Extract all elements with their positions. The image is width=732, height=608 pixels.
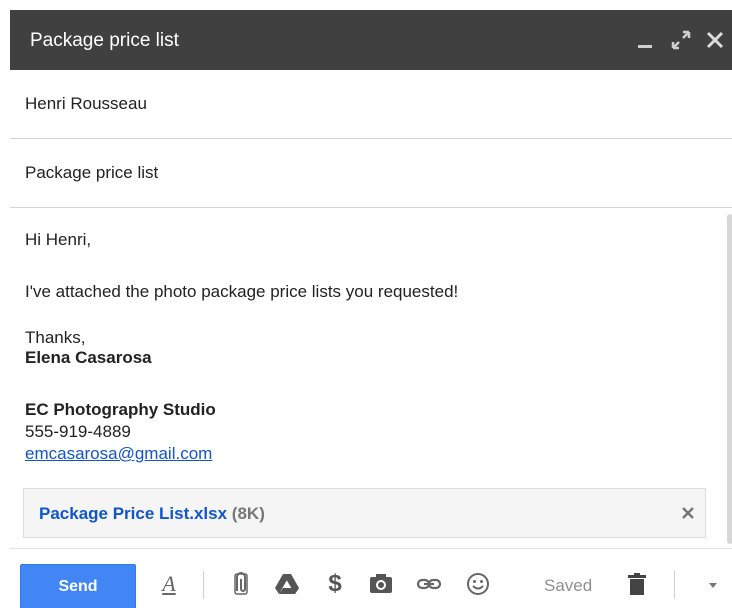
dollar-icon[interactable]: $ bbox=[322, 571, 348, 597]
attachment-filename: Package Price List.xlsx bbox=[39, 504, 228, 523]
scrollbar[interactable] bbox=[727, 214, 732, 544]
minimize-icon[interactable] bbox=[634, 28, 656, 52]
camera-icon[interactable] bbox=[368, 571, 394, 597]
link-icon[interactable] bbox=[416, 571, 442, 597]
toolbar-divider bbox=[203, 571, 204, 599]
to-field[interactable]: Henri Rousseau bbox=[10, 70, 732, 139]
compose-title: Package price list bbox=[30, 30, 179, 51]
saved-status: Saved bbox=[544, 576, 593, 595]
drive-icon[interactable] bbox=[274, 571, 300, 597]
to-recipient: Henri Rousseau bbox=[25, 94, 147, 113]
compose-toolbar: Send A $ Saved bbox=[10, 548, 732, 608]
attachment-name[interactable]: Package Price List.xlsx (8K) bbox=[39, 504, 265, 524]
chevron-down-icon[interactable] bbox=[700, 571, 726, 597]
remove-attachment-icon[interactable] bbox=[680, 505, 696, 521]
subject-value: Package price list bbox=[25, 163, 159, 182]
phone-number: 555-919-4889 bbox=[25, 422, 131, 441]
compose-titlebar: Package price list bbox=[10, 10, 732, 70]
signoff-text: Thanks, bbox=[25, 328, 86, 347]
expand-icon[interactable] bbox=[670, 28, 692, 52]
message-text: I've attached the photo package price li… bbox=[25, 282, 459, 301]
attachment-chip[interactable]: Package Price List.xlsx (8K) bbox=[23, 488, 706, 538]
subject-field[interactable]: Package price list bbox=[10, 139, 732, 208]
studio-name: EC Photography Studio bbox=[25, 400, 216, 419]
greeting-text: Hi Henri, bbox=[25, 230, 92, 249]
message-body[interactable]: Hi Henri, I've attached the photo packag… bbox=[10, 208, 732, 548]
close-icon[interactable] bbox=[704, 28, 726, 52]
email-link[interactable]: emcasarosa@gmail.com bbox=[25, 444, 212, 464]
formatting-icon[interactable]: A bbox=[156, 571, 182, 597]
toolbar-divider bbox=[674, 571, 675, 599]
paperclip-icon[interactable] bbox=[228, 571, 254, 597]
emoji-icon[interactable] bbox=[465, 571, 491, 597]
sender-name: Elena Casarosa bbox=[25, 348, 152, 367]
attachment-size: (8K) bbox=[231, 504, 265, 523]
send-button[interactable]: Send bbox=[20, 564, 136, 608]
trash-icon[interactable] bbox=[624, 571, 650, 597]
